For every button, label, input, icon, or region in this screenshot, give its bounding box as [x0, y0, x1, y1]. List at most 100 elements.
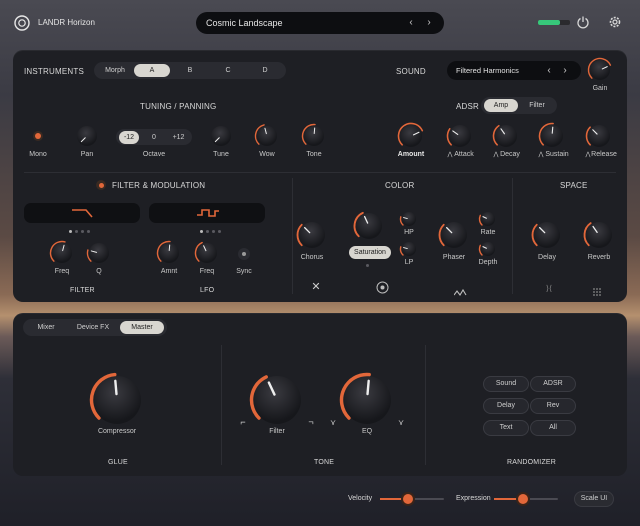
gain-knob[interactable] [587, 57, 612, 80]
randomize-all-button[interactable]: All [530, 420, 576, 436]
wow-knob[interactable] [254, 124, 277, 146]
chorus-knob[interactable] [296, 222, 325, 248]
attack-label: Attack [454, 151, 474, 158]
filter-q-knob[interactable] [86, 243, 109, 263]
saturation-mode-icon[interactable] [376, 281, 389, 294]
tab-amp[interactable]: Amp [484, 99, 518, 112]
reverb-knob[interactable] [583, 222, 612, 248]
sound-label: SOUND [396, 67, 426, 76]
release-label: Release [591, 151, 617, 158]
tab-b[interactable]: B [172, 64, 208, 77]
pan-knob[interactable] [77, 126, 97, 146]
randomize-sound-button[interactable]: Sound [483, 376, 529, 392]
output-level-meter [538, 20, 570, 25]
preset-prev-icon[interactable]: ‹ [406, 18, 416, 28]
filter-type-display[interactable] [24, 203, 140, 223]
decay-label: Decay [500, 151, 520, 158]
adsr-tabs: Amp Filter [481, 97, 557, 114]
sound-selector[interactable]: Filtered Harmonics ‹ › [447, 61, 581, 80]
saturation-label: Saturation [349, 246, 391, 259]
power-icon[interactable] [576, 15, 590, 29]
release-knob[interactable] [585, 125, 610, 147]
sound-next-icon[interactable]: › [561, 66, 569, 76]
sound-name: Filtered Harmonics [456, 66, 519, 75]
octave-minus12[interactable]: -12 [119, 130, 139, 144]
tab-mixer[interactable]: Mixer [26, 321, 66, 334]
preset-bar[interactable]: Cosmic Landscape ‹ › [196, 12, 444, 34]
compressor-knob[interactable] [89, 372, 141, 424]
filter-mod-power-icon[interactable] [96, 180, 106, 190]
delay-mode-icon[interactable]: ⟩⟨ [542, 284, 556, 293]
saturation-page-dot[interactable] [366, 264, 369, 267]
tab-d[interactable]: D [248, 64, 282, 77]
filter-page-dot[interactable] [75, 230, 78, 233]
sound-prev-icon[interactable]: ‹ [545, 66, 553, 76]
lfo-freq-knob[interactable] [194, 241, 217, 263]
filter-q-label: Q [96, 268, 102, 275]
tune-knob[interactable] [211, 126, 231, 146]
lfo-page-dot[interactable] [218, 230, 221, 233]
attack-knob[interactable] [446, 125, 471, 147]
lfo-amount-knob[interactable] [156, 240, 179, 263]
randomize-rev-button[interactable]: Rev [530, 398, 576, 414]
bottom-tabs: Mixer Device FX Master [23, 319, 167, 336]
tab-c[interactable]: C [210, 64, 246, 77]
amount-knob[interactable] [397, 122, 424, 147]
lfo-shape-display[interactable] [149, 203, 265, 223]
hp-knob[interactable] [399, 212, 416, 226]
randomize-adsr-button[interactable]: ADSR [530, 376, 576, 392]
sustain-knob[interactable] [538, 122, 563, 147]
tuning-title: TUNING / PANNING [140, 102, 217, 111]
lp-knob[interactable] [399, 242, 416, 256]
lfo-page-dot[interactable] [206, 230, 209, 233]
master-filter-label: Filter [269, 428, 285, 435]
filter-freq-knob[interactable] [49, 240, 72, 263]
lfo-page-dot[interactable] [212, 230, 215, 233]
phaser-mode-icon[interactable] [453, 284, 468, 296]
rate-knob[interactable] [478, 212, 495, 226]
depth-knob[interactable] [478, 242, 495, 256]
tab-master[interactable]: Master [120, 321, 164, 334]
master-filter-knob[interactable] [249, 375, 301, 424]
tone-knob[interactable] [301, 123, 324, 146]
scale-ui-button[interactable]: Scale UI [574, 491, 614, 507]
velocity-slider[interactable] [380, 494, 444, 504]
logo-icon [14, 15, 30, 31]
preset-next-icon[interactable]: › [424, 18, 434, 28]
settings-gear-icon[interactable] [608, 15, 622, 29]
octave-zero[interactable]: 0 [144, 131, 164, 144]
filter-page-dot[interactable] [87, 230, 90, 233]
instruments-title: INSTRUMENTS [24, 67, 84, 76]
tab-filter[interactable]: Filter [520, 99, 554, 112]
tab-morph[interactable]: Morph [98, 64, 132, 77]
reverb-label: Reverb [587, 254, 611, 261]
decay-knob[interactable] [492, 124, 517, 147]
space-title: SPACE [560, 181, 588, 190]
eq-knob[interactable] [339, 372, 391, 424]
saturation-knob[interactable] [353, 211, 382, 239]
filter-page-dot[interactable] [81, 230, 84, 233]
lfo-page-dot[interactable] [200, 230, 203, 233]
compressor-label: Compressor [97, 428, 137, 435]
filter-freq-label: Freq [54, 268, 70, 275]
delay-label: Delay [538, 254, 556, 261]
tab-a[interactable]: A [134, 64, 170, 77]
sync-label: Sync [236, 268, 252, 275]
chorus-mode-icon[interactable]: ✕ [310, 282, 322, 293]
delay-knob[interactable] [531, 222, 560, 248]
randomize-text-button[interactable]: Text [483, 420, 529, 436]
color-title: COLOR [385, 181, 415, 190]
section-divider [292, 178, 293, 294]
tab-device-fx[interactable]: Device FX [69, 321, 117, 334]
randomize-delay-button[interactable]: Delay [483, 398, 529, 414]
section-divider [24, 172, 616, 173]
phaser-knob[interactable] [438, 222, 467, 248]
filter-page-dot[interactable] [69, 230, 72, 233]
tune-label: Tune [213, 151, 229, 158]
sync-toggle[interactable] [238, 248, 250, 260]
octave-selector: -12 0 +12 [116, 129, 192, 145]
expression-slider[interactable] [494, 494, 558, 504]
reverb-mode-icon[interactable] [592, 284, 602, 296]
mono-toggle[interactable] [33, 131, 43, 141]
octave-plus12[interactable]: +12 [168, 131, 189, 144]
